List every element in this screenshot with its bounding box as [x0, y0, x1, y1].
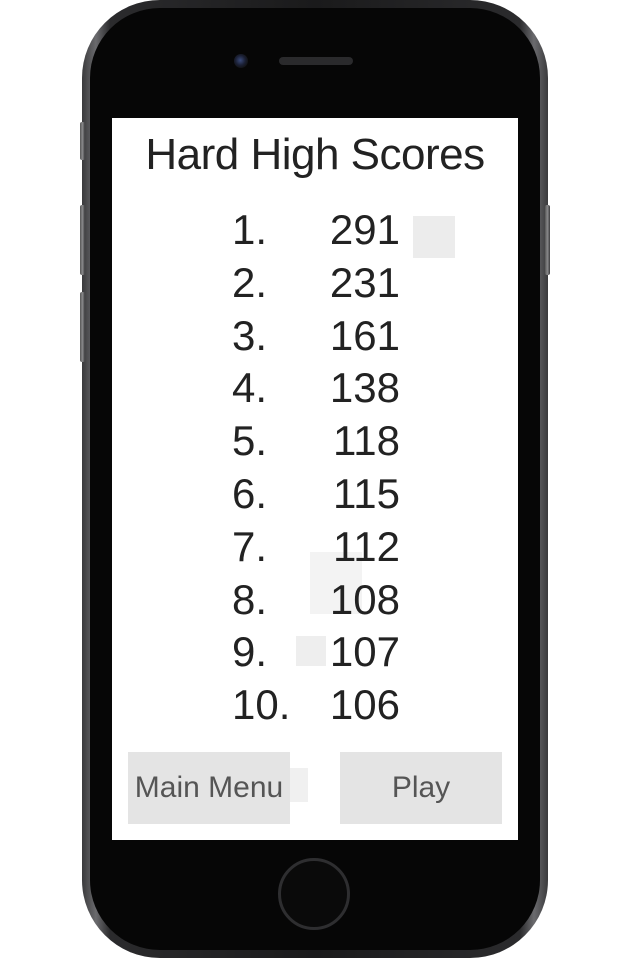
earpiece-speaker [279, 57, 353, 65]
score-row: 7. 112 [0, 523, 640, 575]
score-value: 115 [333, 470, 400, 517]
score-row: 8. 108 [0, 576, 640, 628]
main-menu-button[interactable]: Main Menu [128, 752, 290, 824]
page-title: Hard High Scores [145, 130, 485, 179]
score-rank: 8. [232, 575, 268, 623]
score-row: 2. 231 [0, 259, 640, 311]
score-row: 1. 291 [0, 206, 640, 258]
score-value: 107 [329, 628, 400, 676]
score-value: 112 [333, 522, 400, 570]
score-value: 161 [329, 311, 400, 359]
score-rank: 1. [232, 206, 268, 253]
score-rank: 10. [232, 681, 291, 729]
score-rank: 3. [232, 311, 268, 359]
score-row: 3. 161 [0, 312, 640, 364]
score-value: 106 [329, 681, 400, 729]
score-rank: 7. [232, 522, 268, 570]
score-rank: 2. [232, 258, 268, 306]
faded-artifact [290, 768, 308, 802]
score-value: 138 [329, 364, 400, 412]
score-value: 291 [329, 206, 400, 253]
home-button[interactable] [278, 858, 350, 930]
front-camera-icon [234, 54, 248, 68]
score-row: 5. 118 [0, 417, 640, 469]
score-value: 108 [329, 575, 400, 623]
score-rank: 9. [232, 628, 268, 676]
score-value: 231 [329, 258, 400, 306]
play-button[interactable]: Play [340, 752, 502, 824]
score-rank: 5. [232, 417, 268, 465]
score-rank: 6. [232, 470, 268, 517]
score-row: 9. 107 [0, 628, 640, 680]
score-row: 10. 106 [0, 681, 640, 733]
score-rank: 4. [232, 364, 268, 412]
score-row: 6. 115 [0, 470, 640, 522]
score-value: 118 [333, 417, 400, 465]
score-row: 4. 138 [0, 364, 640, 416]
